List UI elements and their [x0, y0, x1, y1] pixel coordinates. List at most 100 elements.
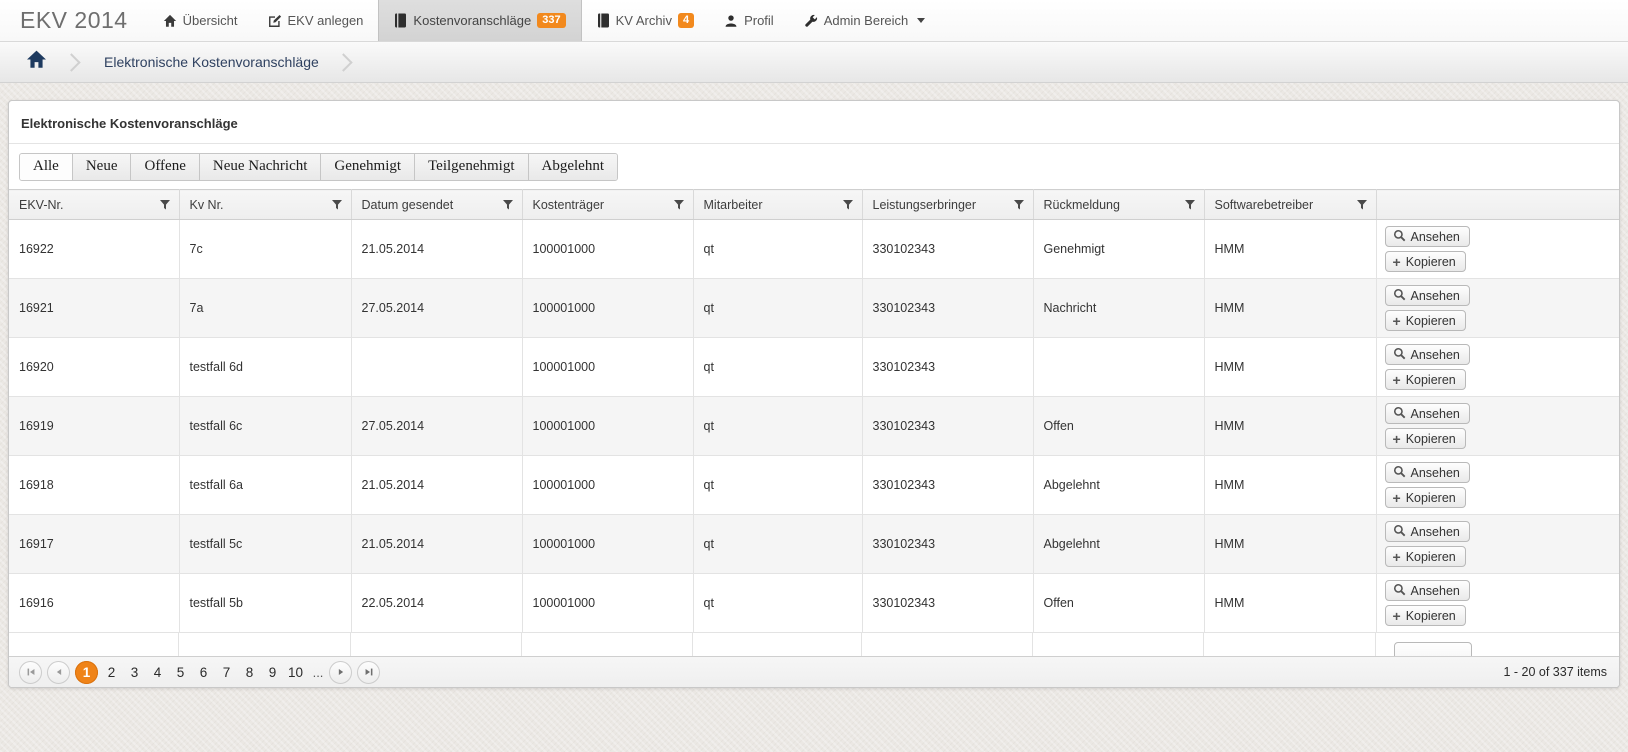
table-row: 16918 testfall 6a 21.05.2014 100001000 q…	[9, 456, 1619, 515]
filter-tab-neue[interactable]: Neue	[73, 154, 132, 180]
last-page-button[interactable]	[357, 661, 380, 684]
user-icon	[724, 14, 738, 28]
breadcrumb-separator-icon	[334, 53, 352, 71]
table-row: 16919 testfall 6c 27.05.2014 100001000 q…	[9, 397, 1619, 456]
next-page-button[interactable]	[329, 661, 352, 684]
edit-icon	[268, 14, 282, 28]
filter-funnel-icon[interactable]	[1184, 199, 1196, 211]
magnifier-icon	[1393, 229, 1406, 245]
page-number[interactable]: 5	[169, 665, 192, 680]
ansehen-button[interactable]: Ansehen	[1385, 521, 1470, 542]
filter-funnel-icon[interactable]	[842, 199, 854, 211]
plus-icon: +	[1393, 491, 1401, 505]
wrench-icon	[804, 14, 818, 28]
page-number[interactable]: 10	[284, 665, 307, 680]
filter-tab-alle[interactable]: Alle	[20, 154, 73, 180]
breadcrumb-home[interactable]	[26, 50, 47, 74]
plus-icon: +	[1393, 432, 1401, 446]
ansehen-button[interactable]: Ansehen	[1385, 344, 1470, 365]
column-header-softwarebetreiber[interactable]: Softwarebetreiber	[1204, 190, 1376, 220]
column-header-kostentraeger[interactable]: Kostenträger	[522, 190, 693, 220]
first-page-button[interactable]	[19, 661, 42, 684]
table-row: 16921 7a 27.05.2014 100001000 qt 3301023…	[9, 279, 1619, 338]
filter-funnel-icon[interactable]	[673, 199, 685, 211]
filter-tab-teilgenehmigt[interactable]: Teilgenehmigt	[415, 154, 528, 180]
app-logo: EKV 2014	[0, 0, 148, 41]
plus-icon: +	[1393, 373, 1401, 387]
plus-icon: +	[1393, 255, 1401, 269]
column-header-mitarbeiter[interactable]: Mitarbeiter	[693, 190, 862, 220]
nav-item-ekv-anlegen[interactable]: EKV anlegen	[253, 0, 379, 41]
ansehen-button-clipped	[1394, 642, 1472, 656]
magnifier-icon	[1393, 406, 1406, 422]
table-row: 16922 7c 21.05.2014 100001000 qt 3301023…	[9, 220, 1619, 279]
nav-item-label: Admin Bereich	[824, 13, 909, 28]
table-row: 16916 testfall 5b 22.05.2014 100001000 q…	[9, 574, 1619, 633]
page-number[interactable]: 9	[261, 665, 284, 680]
filter-funnel-icon[interactable]	[1356, 199, 1368, 211]
archive-icon	[597, 13, 610, 28]
page-number[interactable]: 3	[123, 665, 146, 680]
filter-funnel-icon[interactable]	[159, 199, 171, 211]
page-number[interactable]: 7	[215, 665, 238, 680]
kopieren-button[interactable]: +Kopieren	[1385, 605, 1466, 626]
breadcrumb: Elektronische Kostenvoranschläge	[0, 42, 1628, 83]
plus-icon: +	[1393, 314, 1401, 328]
partial-row	[9, 633, 1619, 656]
page-number[interactable]: 2	[100, 665, 123, 680]
column-header-rueckmeldung[interactable]: Rückmeldung	[1033, 190, 1204, 220]
previous-page-button[interactable]	[47, 661, 70, 684]
page-number-current[interactable]: 1	[75, 661, 98, 684]
nav-item-label: Profil	[744, 13, 774, 28]
plus-icon: +	[1393, 609, 1401, 623]
kopieren-button[interactable]: +Kopieren	[1385, 369, 1466, 390]
kopieren-button[interactable]: +Kopieren	[1385, 251, 1466, 272]
ansehen-button[interactable]: Ansehen	[1385, 285, 1470, 306]
column-header-kv-nr[interactable]: Kv Nr.	[179, 190, 351, 220]
nav-item-label: Übersicht	[183, 13, 238, 28]
kopieren-button[interactable]: +Kopieren	[1385, 487, 1466, 508]
nav-item-admin-bereich[interactable]: Admin Bereich	[789, 0, 941, 41]
top-navigation-bar: EKV 2014 Übersicht EKV anlegen Kostenvor…	[0, 0, 1628, 42]
filter-tab-abgelehnt[interactable]: Abgelehnt	[529, 154, 617, 180]
page-number[interactable]: 4	[146, 665, 169, 680]
kopieren-button[interactable]: +Kopieren	[1385, 310, 1466, 331]
ansehen-button[interactable]: Ansehen	[1385, 580, 1470, 601]
filter-funnel-icon[interactable]	[1013, 199, 1025, 211]
nav-item-label: EKV anlegen	[288, 13, 364, 28]
magnifier-icon	[1393, 288, 1406, 304]
magnifier-icon	[1393, 347, 1406, 363]
panel-title: Elektronische Kostenvoranschläge	[9, 101, 1619, 144]
column-header-ekv-nr[interactable]: EKV-Nr.	[9, 190, 179, 220]
home-icon	[163, 14, 177, 28]
column-header-datum-gesendet[interactable]: Datum gesendet	[351, 190, 522, 220]
nav-item-uebersicht[interactable]: Übersicht	[148, 0, 253, 41]
column-header-actions	[1376, 190, 1619, 220]
magnifier-icon	[1393, 465, 1406, 481]
table-header-row: EKV-Nr. Kv Nr. Datum gesendet Kostenträg…	[9, 190, 1619, 220]
count-badge: 337	[537, 13, 565, 28]
kopieren-button[interactable]: +Kopieren	[1385, 546, 1466, 567]
table-row: 16917 testfall 5c 21.05.2014 100001000 q…	[9, 515, 1619, 574]
ekv-table: EKV-Nr. Kv Nr. Datum gesendet Kostenträg…	[9, 189, 1619, 633]
filter-tab-offene[interactable]: Offene	[131, 154, 199, 180]
filter-funnel-icon[interactable]	[331, 199, 343, 211]
kopieren-button[interactable]: +Kopieren	[1385, 428, 1466, 449]
nav-item-kostenvoranschlaege[interactable]: Kostenvoranschläge 337	[378, 0, 581, 41]
page-number[interactable]: 6	[192, 665, 215, 680]
page-number[interactable]: 8	[238, 665, 261, 680]
ansehen-button[interactable]: Ansehen	[1385, 462, 1470, 483]
filter-tab-genehmigt[interactable]: Genehmigt	[321, 154, 415, 180]
ansehen-button[interactable]: Ansehen	[1385, 403, 1470, 424]
nav-item-kv-archiv[interactable]: KV Archiv 4	[582, 0, 709, 41]
nav-item-label: Kostenvoranschläge	[413, 13, 531, 28]
ansehen-button[interactable]: Ansehen	[1385, 226, 1470, 247]
filter-tab-neue-nachricht[interactable]: Neue Nachricht	[200, 154, 322, 180]
table-row: 16920 testfall 6d 100001000 qt 330102343…	[9, 338, 1619, 397]
column-header-leistungserbringer[interactable]: Leistungserbringer	[862, 190, 1033, 220]
magnifier-icon	[1393, 524, 1406, 540]
filter-funnel-icon[interactable]	[502, 199, 514, 211]
breadcrumb-current: Elektronische Kostenvoranschläge	[104, 54, 319, 70]
magnifier-icon	[1393, 583, 1406, 599]
nav-item-profil[interactable]: Profil	[709, 0, 789, 41]
